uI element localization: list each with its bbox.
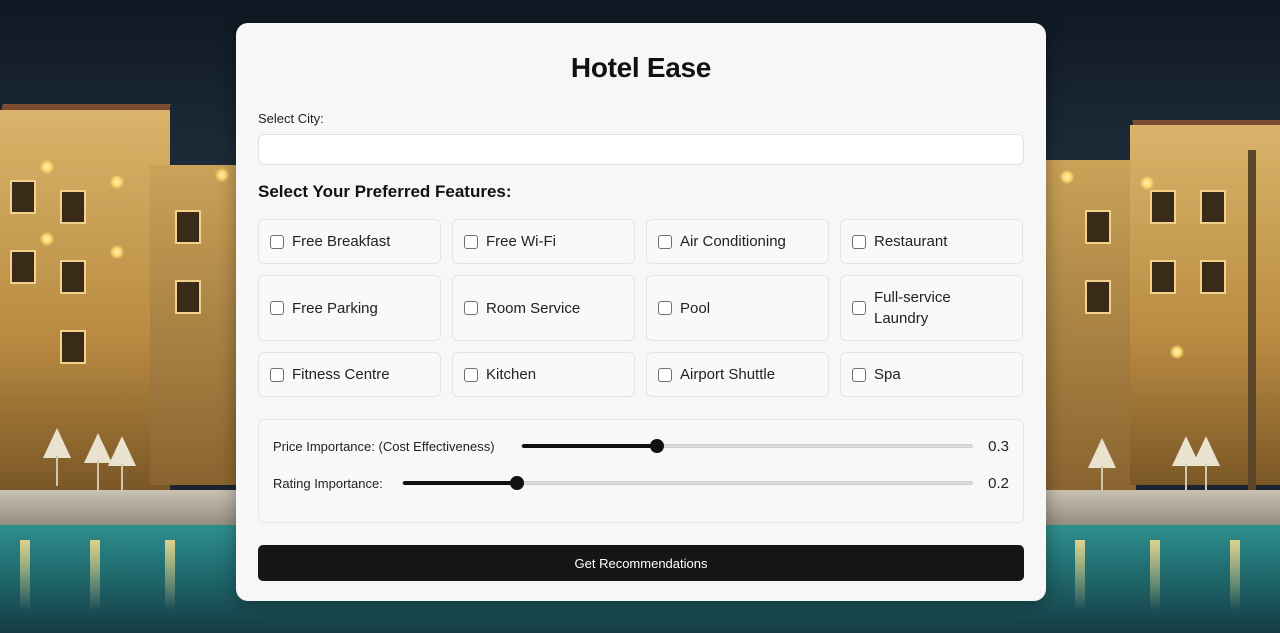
- feature-label: Free Parking: [292, 299, 378, 317]
- city-input[interactable]: [258, 134, 1024, 165]
- feature-label: Spa: [874, 366, 901, 383]
- features-heading: Select Your Preferred Features:: [258, 182, 512, 201]
- feature-option[interactable]: Free Wi-Fi: [452, 219, 635, 264]
- feature-option[interactable]: Airport Shuttle: [646, 352, 829, 397]
- checkbox[interactable]: [464, 301, 478, 315]
- checkbox[interactable]: [852, 234, 866, 249]
- feature-label: Restaurant: [874, 233, 948, 250]
- feature-label: Full-service Laundry: [874, 289, 951, 327]
- get-recommendations-button[interactable]: Get Recommendations: [258, 545, 1024, 581]
- feature-label: Free Breakfast: [292, 233, 391, 250]
- feature-label: Air Conditioning: [680, 233, 786, 250]
- checkbox[interactable]: [658, 234, 672, 249]
- slider-thumb[interactable]: [650, 439, 664, 453]
- checkbox[interactable]: [270, 234, 284, 249]
- feature-option[interactable]: Free Parking: [258, 275, 441, 341]
- feature-label: Airport Shuttle: [680, 366, 776, 383]
- slider-fill: [522, 444, 657, 448]
- checkbox[interactable]: [270, 367, 284, 382]
- city-label: Select City:: [258, 111, 324, 126]
- checkbox[interactable]: [658, 367, 672, 382]
- slider-thumb[interactable]: [509, 476, 524, 490]
- features-grid: Free Breakfast Free Wi-Fi Air Conditioni…: [258, 219, 1024, 397]
- price-importance-value: 0.3: [988, 437, 1009, 455]
- price-importance-row: Price Importance: (Cost Effectiveness) 0…: [273, 436, 1009, 456]
- feature-option[interactable]: Full-service Laundry: [840, 275, 1023, 341]
- price-importance-slider[interactable]: [521, 439, 973, 453]
- page-title: Hotel Ease: [570, 52, 712, 83]
- feature-label: Kitchen: [486, 366, 537, 383]
- feature-option[interactable]: Fitness Centre: [258, 352, 441, 397]
- rating-importance-value: 0.2: [988, 474, 1009, 492]
- feature-option[interactable]: Air Conditioning: [646, 219, 829, 264]
- checkbox[interactable]: [270, 301, 284, 315]
- feature-label: Pool: [680, 299, 711, 317]
- feature-option[interactable]: Restaurant: [840, 219, 1023, 264]
- feature-option[interactable]: Pool: [646, 275, 829, 341]
- checkbox[interactable]: [852, 301, 866, 315]
- search-form-card: Hotel Ease Select City: Select Your Pref…: [236, 23, 1046, 601]
- feature-option[interactable]: Kitchen: [452, 352, 635, 397]
- price-importance-label: Price Importance: (Cost Effectiveness): [273, 438, 495, 454]
- rating-importance-row: Rating Importance: 0.2: [273, 473, 1009, 493]
- feature-option[interactable]: Spa: [840, 352, 1023, 397]
- importance-sliders-panel: Price Importance: (Cost Effectiveness) 0…: [258, 419, 1024, 523]
- feature-option[interactable]: Room Service: [452, 275, 635, 341]
- checkbox[interactable]: [464, 234, 478, 249]
- checkbox[interactable]: [464, 367, 478, 382]
- feature-option[interactable]: Free Breakfast: [258, 219, 441, 264]
- slider-fill: [403, 481, 517, 485]
- checkbox[interactable]: [852, 367, 866, 382]
- feature-label: Free Wi-Fi: [486, 233, 556, 250]
- feature-label: Room Service: [486, 299, 581, 317]
- checkbox[interactable]: [658, 301, 672, 315]
- rating-importance-slider[interactable]: [402, 476, 973, 490]
- rating-importance-label: Rating Importance:: [273, 475, 383, 491]
- feature-label: Fitness Centre: [292, 366, 390, 383]
